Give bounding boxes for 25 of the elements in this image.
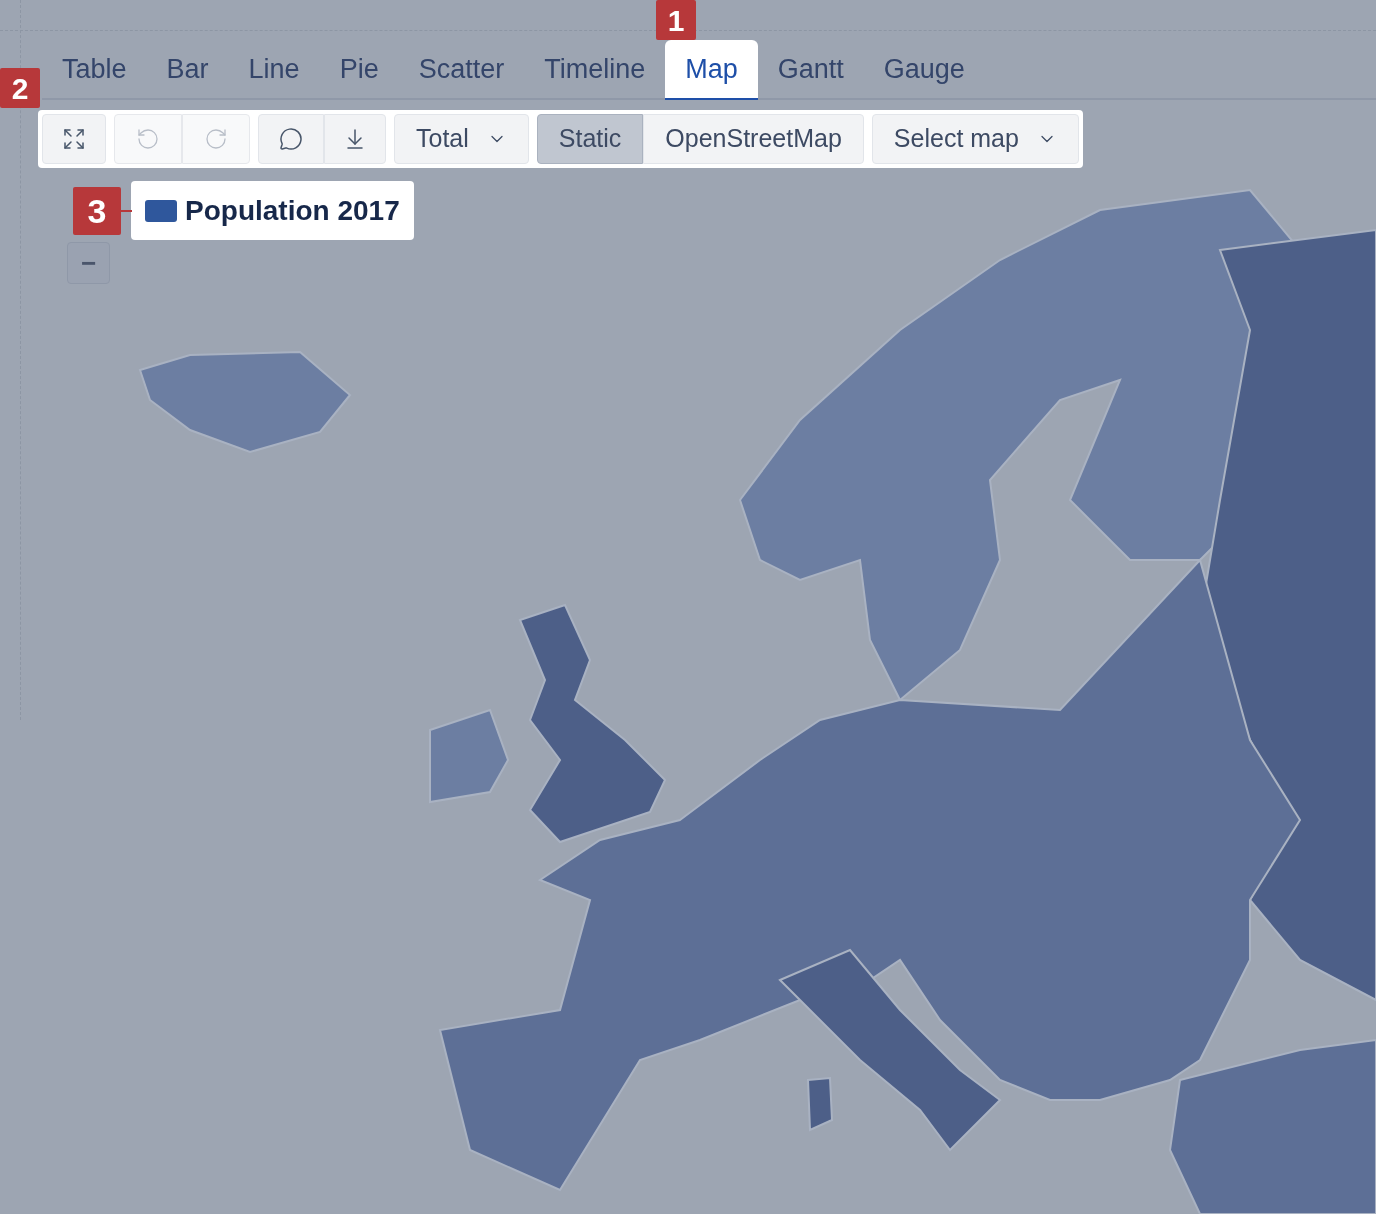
legend-label: Population 2017 (185, 193, 400, 228)
undo-icon (136, 127, 160, 151)
comment-button[interactable] (258, 114, 324, 164)
chart-type-tab[interactable]: Gantt (757, 40, 864, 100)
callout-number-badge: 3 (73, 187, 121, 235)
chart-type-tab[interactable]: Pie (319, 40, 399, 100)
download-button[interactable] (324, 114, 386, 164)
chart-type-tab[interactable]: Scatter (398, 40, 525, 100)
chart-type-tab[interactable]: Map (665, 40, 758, 100)
select-map-dropdown[interactable]: Select map (871, 114, 1079, 164)
expand-arrows-icon (62, 127, 86, 151)
chart-type-tab[interactable]: Table (42, 40, 147, 100)
chart-type-tab[interactable]: Gauge (863, 40, 985, 100)
chart-type-tab[interactable]: Line (228, 40, 320, 100)
callout-number-badge: 2 (0, 68, 40, 108)
redo-icon (204, 127, 228, 151)
callout-number-badge: 1 (656, 0, 696, 40)
zoom-out-button[interactable]: − (67, 242, 110, 284)
map-mode-toggle[interactable]: OpenStreetMap (643, 114, 864, 164)
fullscreen-button[interactable] (42, 114, 106, 164)
aggregate-dropdown[interactable]: Total (394, 114, 529, 164)
chart-type-tab[interactable]: Timeline (524, 40, 666, 100)
map-mode-toggle[interactable]: Static (536, 114, 644, 164)
speech-bubble-icon (279, 127, 303, 151)
chart-type-tab[interactable]: Bar (146, 40, 229, 100)
